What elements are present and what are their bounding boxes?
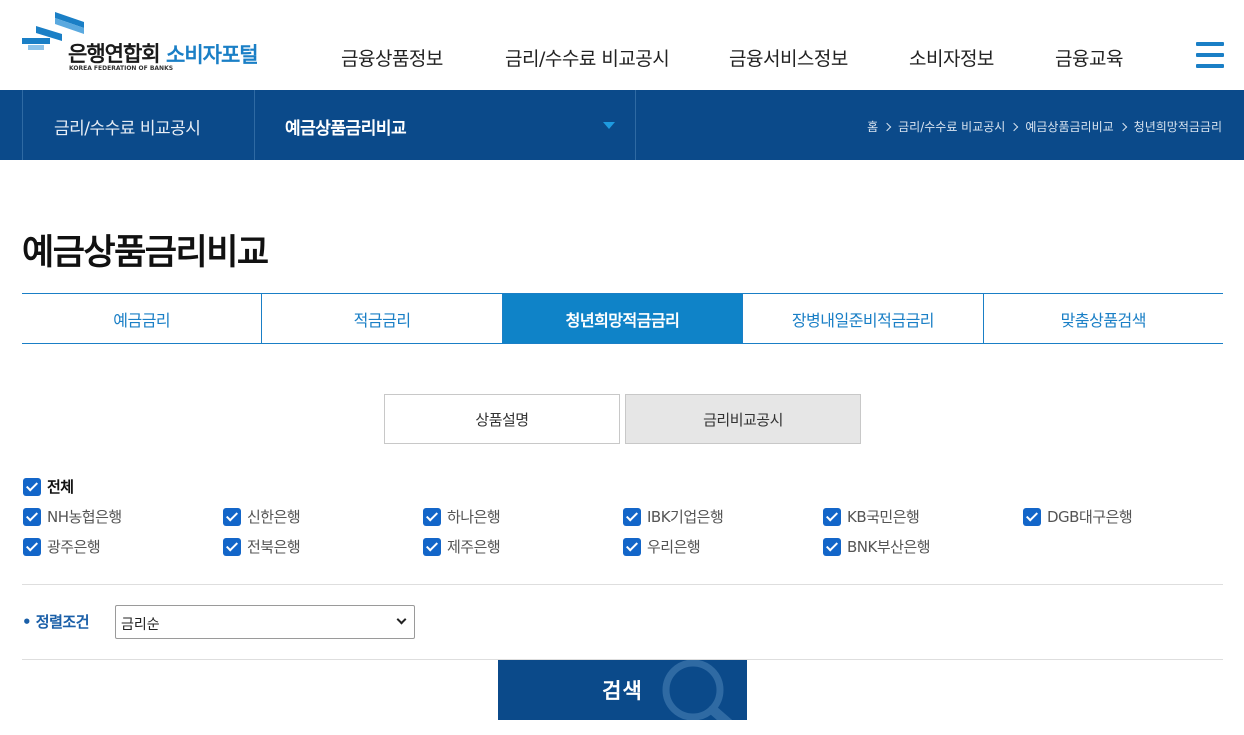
subtab-rate-disclosure[interactable]: 금리비교공시 [625, 394, 861, 444]
checkbox-label: 광주은행 [47, 538, 101, 556]
logo-title: 은행연합회 [68, 42, 161, 66]
site-logo[interactable]: 은행연합회 KOREA FEDERATION OF BANKS 소비자포털 [22, 12, 282, 74]
tab-custom-search[interactable]: 맞춤상품검색 [982, 294, 1223, 343]
tab-savings-rate[interactable]: 적금금리 [261, 294, 501, 343]
checkbox-label: 우리은행 [647, 538, 701, 556]
divider [635, 90, 636, 160]
checkbox-label: KB국민은행 [847, 508, 920, 526]
subtab-product-description[interactable]: 상품설명 [384, 394, 620, 444]
nav-item-consumer-info[interactable]: 소비자정보 [909, 44, 994, 71]
sub-nav-current[interactable]: 예금상품금리비교 [285, 114, 407, 139]
checkbox-label: 전체 [47, 478, 74, 496]
sort-select[interactable]: 금리순 [115, 605, 415, 639]
checkbox-label: 하나은행 [447, 508, 501, 526]
checkbox-bank[interactable]: 전북은행 [223, 536, 301, 557]
checkbox-checked-icon[interactable] [823, 537, 841, 556]
checkbox-bank[interactable]: 하나은행 [423, 506, 501, 527]
checkbox-bank[interactable]: 제주은행 [423, 536, 501, 557]
checkbox-checked-icon[interactable] [23, 477, 41, 496]
sort-label: • 정렬조건 [22, 613, 90, 631]
checkbox-checked-icon[interactable] [223, 537, 241, 556]
chevron-right-icon [1118, 122, 1127, 131]
tab-soldier-savings[interactable]: 장병내일준비적금금리 [742, 294, 982, 343]
checkbox-bank[interactable]: IBK기업은행 [623, 506, 724, 527]
checkbox-label: 신한은행 [247, 508, 301, 526]
checkbox-checked-icon[interactable] [1023, 507, 1041, 526]
checkbox-bank[interactable]: 우리은행 [623, 536, 701, 557]
search-button[interactable]: 검색 [498, 660, 747, 720]
checkbox-bank[interactable]: BNK부산은행 [823, 536, 931, 557]
breadcrumb-current: 청년희망적금금리 [1133, 120, 1222, 134]
nav-item-rate-compare[interactable]: 금리/수수료 비교공시 [505, 44, 670, 71]
breadcrumb: 홈 금리/수수료 비교공시 예금상품금리비교 청년희망적금금리 [867, 118, 1222, 135]
tab-bar: 예금금리 적금금리 청년희망적금금리 장병내일준비적금금리 맞춤상품검색 [22, 293, 1223, 344]
checkbox-bank[interactable]: 신한은행 [223, 506, 301, 527]
dropdown-caret-icon[interactable] [603, 122, 615, 129]
sub-nav-category[interactable]: 금리/수수료 비교공시 [54, 114, 201, 139]
checkbox-bank[interactable]: DGB대구은행 [1023, 506, 1133, 527]
chevron-down-icon [396, 614, 407, 625]
tab-youth-hope-savings[interactable]: 청년희망적금금리 [501, 294, 743, 343]
checkbox-checked-icon[interactable] [23, 537, 41, 556]
checkbox-checked-icon[interactable] [823, 507, 841, 526]
chevron-right-icon [1010, 122, 1019, 131]
divider [254, 90, 255, 160]
checkbox-bank[interactable]: KB국민은행 [823, 506, 920, 527]
checkbox-label: 전북은행 [247, 538, 301, 556]
divider [22, 90, 23, 160]
checkbox-label: 제주은행 [447, 538, 501, 556]
breadcrumb-item[interactable]: 예금상품금리비교 [1025, 118, 1113, 135]
checkbox-checked-icon[interactable] [23, 507, 41, 526]
checkbox-checked-icon[interactable] [623, 537, 641, 556]
sort-select-value: 금리순 [121, 617, 160, 633]
nav-item-education[interactable]: 금융교육 [1055, 44, 1123, 71]
menu-icon[interactable] [1196, 42, 1224, 68]
checkbox-label: IBK기업은행 [647, 508, 724, 526]
checkbox-checked-icon[interactable] [223, 507, 241, 526]
breadcrumb-home[interactable]: 홈 [867, 118, 878, 135]
site-header: 은행연합회 KOREA FEDERATION OF BANKS 소비자포털 금융… [0, 0, 1244, 90]
checkbox-label: BNK부산은행 [847, 538, 931, 556]
nav-item-services[interactable]: 금융서비스정보 [729, 44, 848, 71]
logo-portal-name: 소비자포털 [166, 43, 259, 67]
checkbox-bank[interactable]: 광주은행 [23, 536, 101, 557]
checkbox-bank[interactable]: NH농협은행 [23, 506, 122, 527]
search-button-label: 검색 [602, 679, 643, 703]
checkbox-checked-icon[interactable] [623, 507, 641, 526]
logo-subtitle: KOREA FEDERATION OF BANKS [69, 65, 174, 72]
checkbox-checked-icon[interactable] [423, 507, 441, 526]
checkbox-label: NH농협은행 [47, 508, 122, 526]
page-title: 예금상품금리비교 [22, 233, 269, 273]
divider [22, 584, 1223, 585]
breadcrumb-item[interactable]: 금리/수수료 비교공시 [898, 118, 1005, 135]
checkbox-checked-icon[interactable] [423, 537, 441, 556]
nav-item-products[interactable]: 금융상품정보 [341, 44, 443, 71]
checkbox-all[interactable]: 전체 [23, 476, 74, 497]
checkbox-label: DGB대구은행 [1047, 508, 1133, 526]
chevron-right-icon [882, 122, 892, 131]
tab-deposit-rate[interactable]: 예금금리 [22, 294, 261, 343]
